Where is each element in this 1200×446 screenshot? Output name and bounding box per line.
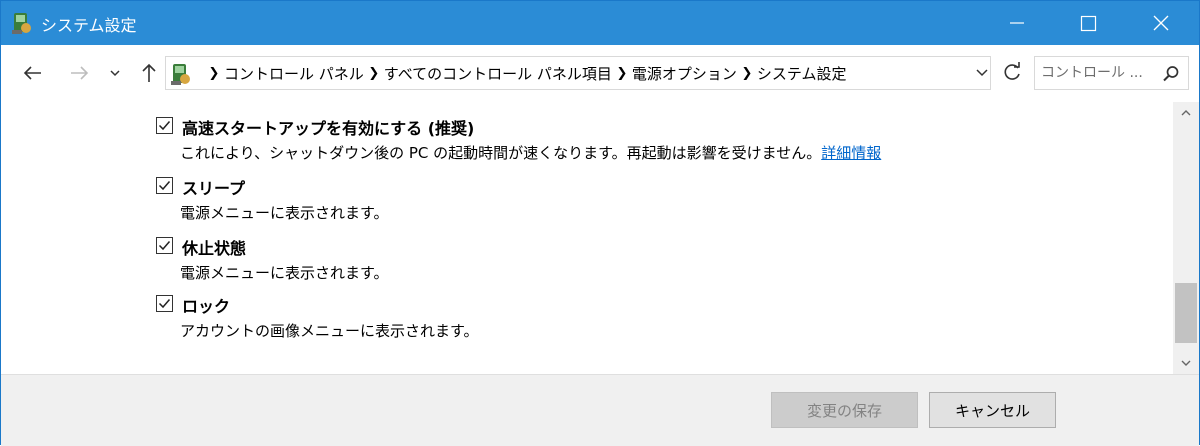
chevron-right-icon[interactable]: ❯: [364, 66, 384, 81]
recent-locations-button[interactable]: [105, 59, 125, 87]
maximize-button[interactable]: [1065, 1, 1111, 45]
dialog-footer: 変更の保存 キャンセル: [1, 374, 1199, 446]
chevron-up-icon: [1181, 110, 1191, 116]
setting-label: 高速スタートアップを有効にする (推奨): [182, 119, 475, 138]
lock-checkbox[interactable]: [156, 295, 173, 312]
control-panel-icon: [11, 11, 33, 35]
setting-description: これにより、シャットダウン後の PC の起動時間が速くなります。再起動は影響を受…: [180, 144, 882, 162]
setting-description: 電源メニューに表示されます。: [180, 264, 389, 282]
close-button[interactable]: [1138, 1, 1184, 45]
forward-button[interactable]: [65, 59, 93, 87]
checkmark-icon: [158, 299, 171, 309]
title-bar[interactable]: システム設定: [1, 1, 1199, 45]
refresh-button[interactable]: [997, 56, 1027, 90]
chevron-down-icon: [976, 69, 988, 77]
checkmark-icon: [158, 181, 171, 191]
setting-label: 休止状態: [182, 239, 247, 258]
settings-content: 高速スタートアップを有効にする (推奨) これにより、シャットダウン後の PC …: [1, 102, 1171, 374]
close-icon: [1153, 15, 1169, 31]
chevron-right-icon[interactable]: ❯: [612, 66, 632, 81]
minimize-icon: [1010, 22, 1024, 24]
more-info-link[interactable]: 詳細情報: [821, 144, 881, 162]
search-box[interactable]: [1034, 56, 1189, 90]
maximize-icon: [1080, 15, 1097, 32]
chevron-down-icon: [110, 70, 120, 77]
breadcrumb-item[interactable]: 電源オプション: [632, 63, 737, 84]
chevron-down-icon: [1181, 360, 1191, 366]
breadcrumb-item[interactable]: すべてのコントロール パネル項目: [384, 63, 612, 84]
address-dropdown-button[interactable]: [972, 57, 992, 89]
address-bar[interactable]: ❯ コントロール パネル ❯ すべてのコントロール パネル項目 ❯ 電源オプショ…: [165, 56, 991, 90]
cancel-button[interactable]: キャンセル: [929, 392, 1056, 428]
system-settings-window: システム設定 ❯ コントロール パネル ❯ すべてのコントロール パネル項目 ❯…: [0, 0, 1200, 446]
chevron-right-icon[interactable]: ❯: [204, 66, 224, 81]
chevron-right-icon[interactable]: ❯: [737, 66, 757, 81]
refresh-icon: [1004, 62, 1020, 80]
fast-startup-checkbox[interactable]: [156, 117, 173, 134]
scrollbar-thumb[interactable]: [1175, 283, 1197, 343]
vertical-scrollbar[interactable]: [1173, 102, 1199, 374]
minimize-button[interactable]: [994, 1, 1040, 45]
search-input[interactable]: [1041, 63, 1153, 83]
setting-label: ロック: [182, 297, 231, 316]
checkmark-icon: [158, 241, 171, 251]
setting-description: アカウントの画像メニューに表示されます。: [180, 322, 479, 340]
setting-description: 電源メニューに表示されます。: [180, 204, 389, 222]
hibernate-checkbox[interactable]: [156, 237, 173, 254]
setting-label: スリープ: [182, 179, 246, 198]
breadcrumb-item[interactable]: コントロール パネル: [224, 63, 364, 84]
save-changes-button[interactable]: 変更の保存: [771, 392, 918, 428]
breadcrumb-item[interactable]: システム設定: [757, 63, 847, 84]
search-icon[interactable]: [1162, 65, 1180, 83]
breadcrumb: ❯ コントロール パネル ❯ すべてのコントロール パネル項目 ❯ 電源オプショ…: [204, 57, 847, 89]
arrow-right-icon: [71, 66, 89, 80]
scroll-down-button[interactable]: [1173, 352, 1199, 374]
navigation-bar: ❯ コントロール パネル ❯ すべてのコントロール パネル項目 ❯ 電源オプショ…: [1, 45, 1199, 102]
arrow-up-icon: [142, 63, 156, 82]
up-button[interactable]: [135, 59, 163, 87]
scroll-up-button[interactable]: [1173, 102, 1199, 124]
checkmark-icon: [158, 121, 171, 131]
sleep-checkbox[interactable]: [156, 177, 173, 194]
window-title: システム設定: [41, 16, 137, 35]
back-button[interactable]: [19, 59, 47, 87]
arrow-left-icon: [23, 66, 41, 80]
control-panel-icon: [170, 62, 192, 86]
